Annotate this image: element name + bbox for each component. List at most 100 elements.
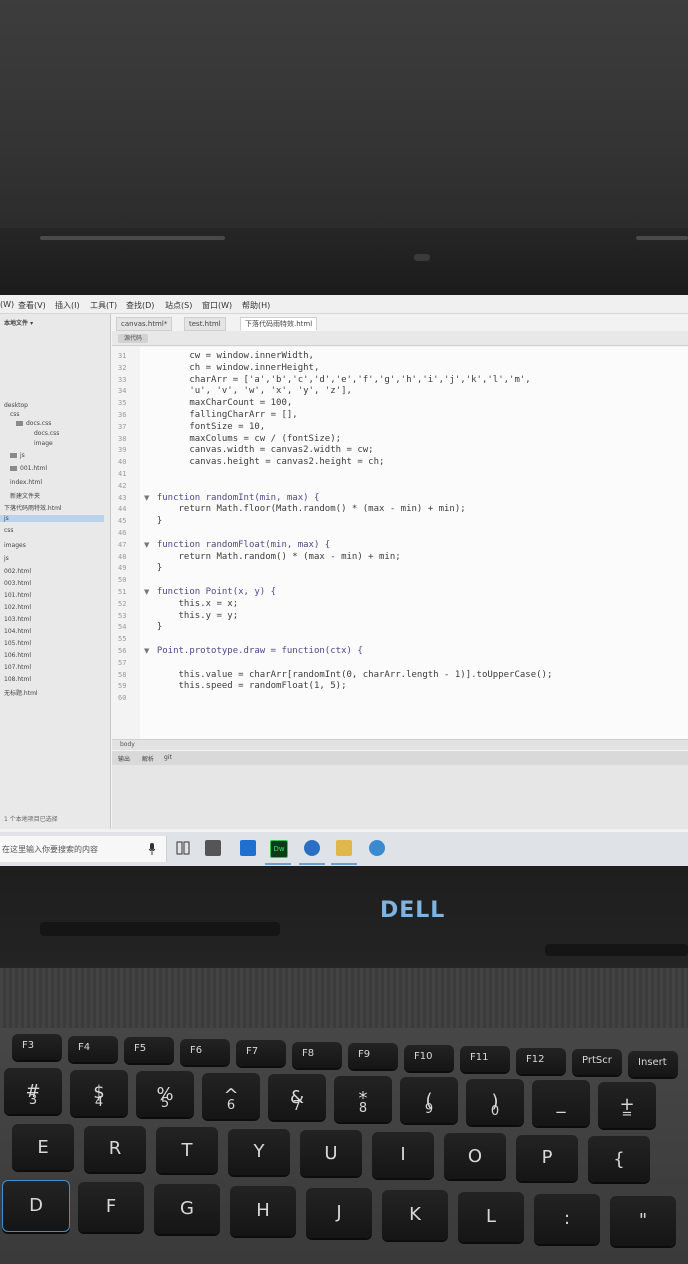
app-icon[interactable]: [240, 840, 256, 856]
file-item[interactable]: docs.css: [16, 420, 51, 427]
file-item[interactable]: 103.html: [4, 616, 31, 623]
tab-parse[interactable]: 解析: [142, 754, 154, 763]
key-f7[interactable]: F7: [236, 1040, 286, 1066]
file-item-selected[interactable]: js: [0, 515, 104, 522]
key-5[interactable]: % 5: [136, 1071, 194, 1117]
file-item[interactable]: 101.html: [4, 592, 31, 599]
key-l[interactable]: L: [458, 1192, 524, 1242]
files-panel-header[interactable]: 本地文件 ▾: [4, 318, 33, 327]
key-insert[interactable]: Insert: [628, 1050, 678, 1077]
key-8[interactable]: * 8: [334, 1075, 392, 1122]
tab-test[interactable]: test.html: [184, 317, 226, 331]
file-item[interactable]: 001.html: [10, 465, 47, 472]
key-label: :: [563, 1208, 571, 1229]
tab-code-rain[interactable]: 下落代码雨特效.html: [240, 317, 318, 331]
search-placeholder: 在这里输入你要搜索的内容: [2, 845, 98, 854]
file-item[interactable]: 新建文件夹: [10, 491, 40, 500]
browser-icon[interactable]: [304, 840, 320, 856]
key-k[interactable]: K: [382, 1190, 448, 1240]
file-item[interactable]: 104.html: [4, 628, 31, 635]
file-item[interactable]: 003.html: [4, 580, 31, 587]
file-item[interactable]: image: [34, 440, 53, 447]
key-f3[interactable]: F3: [12, 1034, 62, 1060]
key-=[interactable]: + =: [598, 1081, 656, 1128]
file-item[interactable]: js: [10, 452, 25, 459]
key-3[interactable]: #3: [4, 1068, 62, 1114]
key-f12[interactable]: F12: [516, 1047, 566, 1074]
key-f9[interactable]: F9: [348, 1043, 398, 1069]
menu-item[interactable]: 站点(S): [165, 300, 192, 311]
key-j[interactable]: J: [306, 1188, 372, 1238]
key-label: 3: [28, 1093, 38, 1108]
key-label: 9: [424, 1102, 434, 1117]
line-number: 43: [118, 493, 127, 502]
key-g[interactable]: G: [154, 1184, 220, 1234]
taskbar-search-input[interactable]: 在这里输入你要搜索的内容: [0, 836, 167, 862]
file-item[interactable]: 105.html: [4, 640, 31, 647]
menu-item[interactable]: 帮助(H): [242, 300, 270, 311]
key-r[interactable]: R: [84, 1125, 146, 1172]
file-item[interactable]: 102.html: [4, 604, 31, 611]
menu-item[interactable]: 插入(I): [55, 300, 80, 311]
code-line: function randomInt(min, max) {: [146, 492, 320, 503]
file-item[interactable]: css: [10, 411, 20, 418]
key-u[interactable]: U: [300, 1130, 362, 1176]
key-f10[interactable]: F10: [404, 1044, 454, 1071]
task-view-icon[interactable]: [176, 840, 192, 856]
menu-item[interactable]: 窗口(W): [202, 300, 232, 311]
store-icon[interactable]: [205, 840, 221, 856]
file-item[interactable]: css: [4, 527, 14, 534]
key-t[interactable]: T: [156, 1127, 218, 1173]
dreamweaver-icon[interactable]: Dw: [270, 840, 288, 858]
key-{[interactable]: {: [588, 1136, 650, 1182]
file-item[interactable]: 106.html: [4, 652, 31, 659]
menu-item[interactable]: (W): [0, 300, 14, 309]
file-item[interactable]: js: [4, 555, 9, 562]
microphone-icon[interactable]: [148, 843, 156, 855]
key-i[interactable]: I: [372, 1131, 434, 1178]
menu-item[interactable]: 查找(D): [126, 300, 154, 311]
key-e[interactable]: E: [12, 1124, 74, 1170]
key-6[interactable]: ^ 6: [202, 1072, 260, 1119]
key-p[interactable]: P: [516, 1134, 578, 1181]
key-y[interactable]: Y: [228, 1128, 290, 1175]
file-item[interactable]: docs.css: [34, 430, 59, 437]
file-item[interactable]: 002.html: [4, 568, 31, 575]
source-code-button[interactable]: 源代码: [118, 334, 149, 343]
menu-item[interactable]: 查看(V): [18, 300, 46, 311]
file-item[interactable]: desktop: [4, 402, 28, 409]
file-item[interactable]: 下落代码雨特效.html: [4, 503, 62, 512]
menu-item[interactable]: 工具(T): [90, 300, 117, 311]
key-f8[interactable]: F8: [292, 1041, 342, 1068]
key-o[interactable]: O: [444, 1133, 506, 1179]
tab-canvas[interactable]: canvas.html*: [116, 317, 173, 331]
key-f5[interactable]: F5: [124, 1037, 174, 1063]
tab-output[interactable]: 输出: [118, 754, 130, 763]
line-number: 54: [118, 623, 127, 632]
key-f4[interactable]: F4: [68, 1035, 118, 1062]
chrome-icon[interactable]: [369, 840, 385, 856]
tab-git[interactable]: git: [164, 754, 172, 761]
file-explorer-icon[interactable]: [336, 840, 352, 856]
key-f6[interactable]: F6: [180, 1038, 230, 1065]
file-item[interactable]: index.html: [10, 479, 42, 486]
key-symbol[interactable]: :: [534, 1194, 600, 1244]
key-f[interactable]: F: [78, 1182, 144, 1232]
code-editor[interactable]: 31 cw = window.innerWidth, 32 ch = window…: [112, 347, 688, 739]
key-f11[interactable]: F11: [460, 1046, 510, 1072]
key-9[interactable]: (9: [400, 1077, 458, 1123]
file-item[interactable]: 无标题.html: [4, 688, 38, 697]
code-line: this.x = x;: [146, 598, 239, 609]
key-4[interactable]: $4: [70, 1069, 128, 1116]
key-7[interactable]: & 7: [268, 1074, 326, 1120]
file-item[interactable]: 107.html: [4, 664, 31, 671]
key-0[interactable]: ) 0: [466, 1078, 524, 1125]
key-d[interactable]: D: [2, 1180, 70, 1232]
file-item[interactable]: 108.html: [4, 676, 31, 683]
key--[interactable]: _ -: [532, 1080, 590, 1126]
key-h[interactable]: H: [230, 1186, 296, 1236]
key-symbol[interactable]: ": [610, 1196, 676, 1246]
key-prtscr[interactable]: PrtScr: [572, 1049, 622, 1075]
file-item[interactable]: images: [4, 542, 26, 549]
tag-selector[interactable]: body: [120, 741, 135, 748]
